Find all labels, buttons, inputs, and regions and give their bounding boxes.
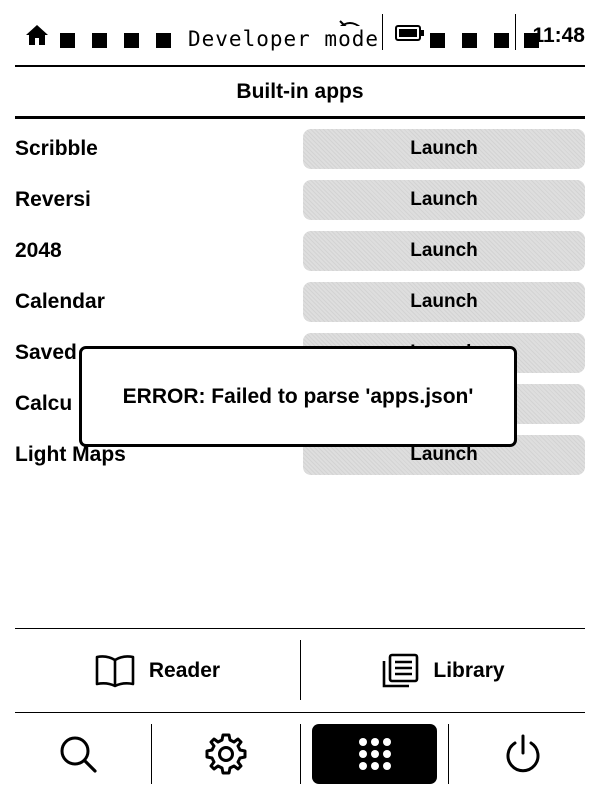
developer-mode-label: Developer mode bbox=[188, 26, 380, 52]
status-divider bbox=[382, 14, 383, 50]
error-dialog[interactable]: ERROR: Failed to parse 'apps.json' bbox=[79, 346, 517, 447]
status-indicator-square bbox=[430, 33, 445, 48]
tab-settings[interactable] bbox=[163, 724, 288, 784]
tab-search[interactable] bbox=[15, 724, 140, 784]
divider bbox=[15, 65, 585, 67]
launch-button[interactable]: Launch bbox=[303, 129, 585, 169]
library-icon bbox=[383, 653, 419, 688]
book-open-icon bbox=[95, 655, 135, 688]
app-name: Calendar bbox=[15, 290, 105, 313]
launch-button[interactable]: Launch bbox=[303, 231, 585, 271]
tab-separator bbox=[151, 724, 152, 784]
divider bbox=[15, 712, 585, 713]
status-bar: Developer mode 11:48 bbox=[15, 14, 585, 58]
app-row-calendar: Calendar Launch bbox=[15, 281, 585, 332]
error-message: ERROR: Failed to parse 'apps.json' bbox=[122, 384, 474, 408]
search-icon bbox=[60, 736, 97, 773]
status-indicator-square bbox=[60, 33, 75, 48]
reader-button[interactable]: Reader bbox=[15, 640, 300, 702]
battery-icon bbox=[395, 25, 424, 41]
library-button[interactable]: Library bbox=[301, 640, 585, 702]
app-row-2048: 2048 Launch bbox=[15, 230, 585, 281]
launch-button[interactable]: Launch bbox=[303, 180, 585, 220]
tab-apps[interactable] bbox=[312, 724, 437, 784]
gear-icon bbox=[205, 733, 246, 775]
tab-separator bbox=[300, 724, 301, 784]
status-divider bbox=[515, 14, 516, 50]
app-name: Reversi bbox=[15, 188, 91, 211]
tab-separator bbox=[448, 724, 449, 784]
power-icon bbox=[506, 734, 539, 773]
status-indicator-square bbox=[156, 33, 171, 48]
app-name: Saved bbox=[15, 341, 77, 364]
home-icon[interactable] bbox=[25, 23, 49, 47]
reader-label: Reader bbox=[148, 659, 221, 682]
page-title: Built-in apps bbox=[236, 80, 364, 103]
library-label: Library bbox=[433, 659, 505, 682]
app-name: Calcu bbox=[15, 392, 73, 415]
divider bbox=[15, 116, 585, 119]
status-indicator-square bbox=[462, 33, 477, 48]
tab-power[interactable] bbox=[460, 724, 585, 784]
divider bbox=[15, 628, 585, 629]
apps-grid-icon bbox=[358, 738, 391, 770]
clock: 11:48 bbox=[532, 24, 585, 47]
app-row-reversi: Reversi Launch bbox=[15, 179, 585, 230]
app-row-scribble: Scribble Launch bbox=[15, 128, 585, 179]
app-name: Scribble bbox=[15, 137, 98, 160]
app-name: 2048 bbox=[15, 239, 62, 262]
launch-button[interactable]: Launch bbox=[303, 282, 585, 322]
status-indicator-square bbox=[494, 33, 509, 48]
status-indicator-square bbox=[124, 33, 139, 48]
status-indicator-square bbox=[92, 33, 107, 48]
